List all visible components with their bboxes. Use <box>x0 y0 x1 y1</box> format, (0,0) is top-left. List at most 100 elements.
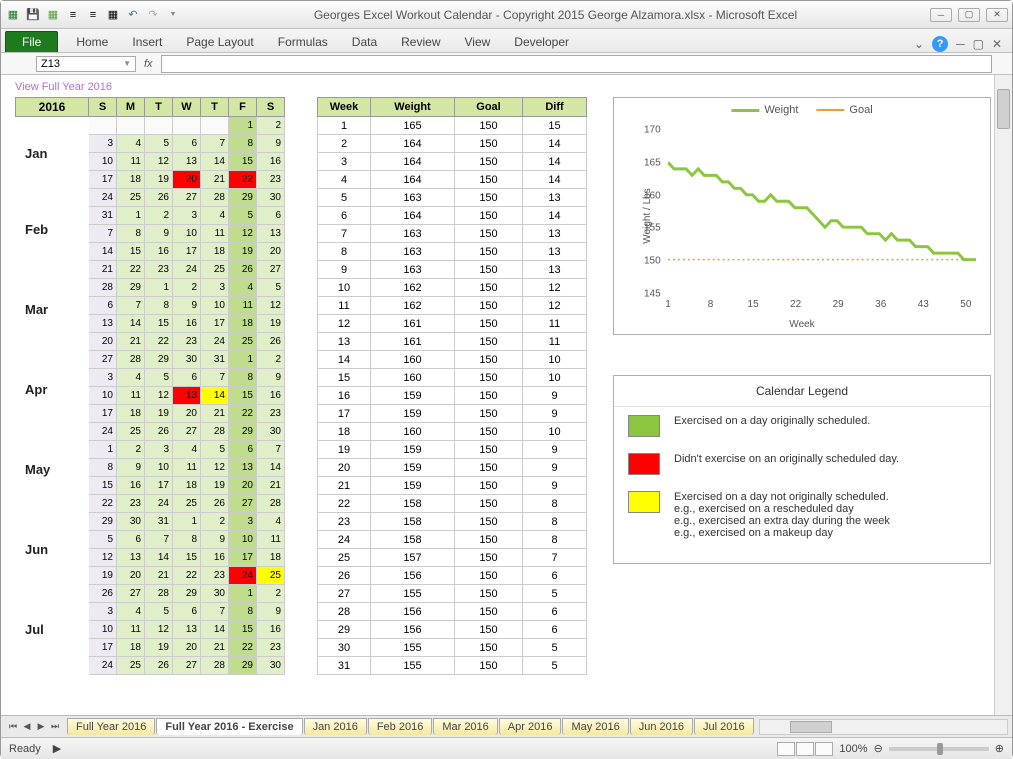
calendar-cell[interactable]: 7 <box>145 531 173 549</box>
calendar-cell[interactable]: 31 <box>89 207 117 225</box>
week-cell[interactable]: 12 <box>523 297 587 315</box>
week-cell[interactable]: 5 <box>523 657 587 675</box>
calendar-cell[interactable]: 19 <box>257 315 285 333</box>
calendar-cell[interactable]: 4 <box>173 441 201 459</box>
calendar-cell[interactable]: 25 <box>117 189 145 207</box>
calendar-cell[interactable]: 14 <box>145 549 173 567</box>
calendar-cell[interactable]: 6 <box>117 531 145 549</box>
week-cell[interactable]: 156 <box>371 621 455 639</box>
calendar-cell[interactable]: 19 <box>201 477 229 495</box>
calendar-cell[interactable]: 8 <box>117 225 145 243</box>
calendar-cell[interactable]: 12 <box>145 153 173 171</box>
week-cell[interactable]: 150 <box>455 549 523 567</box>
calendar-cell[interactable]: 22 <box>145 333 173 351</box>
week-cell[interactable]: 155 <box>371 585 455 603</box>
week-cell[interactable]: 150 <box>455 351 523 369</box>
calendar-cell[interactable]: 17 <box>145 477 173 495</box>
qat-dropdown-icon[interactable]: ▼ <box>165 7 181 23</box>
calendar-cell[interactable]: 2 <box>201 513 229 531</box>
day-head[interactable]: S <box>89 97 117 117</box>
week-cell[interactable]: 164 <box>371 207 455 225</box>
calendar-cell[interactable]: 20 <box>229 477 257 495</box>
week-cell[interactable]: 162 <box>371 279 455 297</box>
calendar-cell[interactable]: 5 <box>201 441 229 459</box>
month-label[interactable]: Apr <box>15 349 89 429</box>
week-cell[interactable]: 150 <box>455 243 523 261</box>
calendar-cell[interactable]: 20 <box>173 639 201 657</box>
calendar-cell[interactable]: 19 <box>145 171 173 189</box>
name-box[interactable]: Z13 ▼ <box>36 56 136 72</box>
calendar-cell[interactable]: 8 <box>173 531 201 549</box>
calendar-cell[interactable]: 20 <box>117 567 145 585</box>
calendar-cell[interactable]: 5 <box>145 369 173 387</box>
week-cell[interactable]: 23 <box>317 513 371 531</box>
zoom-out-button[interactable]: ⊖ <box>874 742 883 755</box>
week-cell[interactable]: 22 <box>317 495 371 513</box>
calendar-cell[interactable]: 27 <box>173 423 201 441</box>
week-cell[interactable]: 156 <box>371 603 455 621</box>
week-cell[interactable]: 160 <box>371 423 455 441</box>
week-cell[interactable]: 11 <box>523 333 587 351</box>
week-cell[interactable]: 9 <box>317 261 371 279</box>
week-cell[interactable]: 150 <box>455 135 523 153</box>
week-cell[interactable]: 8 <box>317 243 371 261</box>
week-cell[interactable]: 150 <box>455 153 523 171</box>
week-cell[interactable]: 150 <box>455 603 523 621</box>
week-cell[interactable]: 21 <box>317 477 371 495</box>
sheet-tab[interactable]: Full Year 2016 - Exercise <box>156 718 302 735</box>
calendar-cell[interactable]: 19 <box>229 243 257 261</box>
calendar-cell[interactable]: 28 <box>201 657 229 675</box>
calendar-cell[interactable]: 29 <box>229 657 257 675</box>
week-cell[interactable]: 13 <box>523 261 587 279</box>
week-cell[interactable]: 163 <box>371 189 455 207</box>
calendar-cell[interactable]: 8 <box>145 297 173 315</box>
grid-icon[interactable]: ▦ <box>45 7 61 23</box>
calendar-cell[interactable]: 10 <box>89 621 117 639</box>
calendar-cell[interactable]: 17 <box>173 243 201 261</box>
sheet-tab[interactable]: May 2016 <box>562 718 628 735</box>
calendar-cell[interactable]: 31 <box>145 513 173 531</box>
calendar-cell[interactable]: 19 <box>145 639 173 657</box>
week-cell[interactable]: 7 <box>317 225 371 243</box>
calendar-cell[interactable]: 5 <box>89 531 117 549</box>
calendar-cell[interactable]: 7 <box>201 603 229 621</box>
calendar-cell[interactable]: 21 <box>201 639 229 657</box>
calendar-cell[interactable]: 23 <box>173 333 201 351</box>
calendar-cell[interactable]: 9 <box>117 459 145 477</box>
calendar-cell[interactable]: 13 <box>173 387 201 405</box>
calendar-cell[interactable]: 22 <box>173 567 201 585</box>
calendar-cell[interactable]: 2 <box>257 585 285 603</box>
day-head[interactable]: T <box>201 97 229 117</box>
calendar-cell[interactable]: 3 <box>89 369 117 387</box>
week-cell[interactable]: 10 <box>523 351 587 369</box>
week-cell[interactable]: 6 <box>523 621 587 639</box>
week-cell[interactable]: 159 <box>371 387 455 405</box>
calendar-cell[interactable]: 24 <box>89 189 117 207</box>
calendar-cell[interactable]: 12 <box>229 225 257 243</box>
calendar-cell[interactable]: 24 <box>229 567 257 585</box>
week-cell[interactable]: 150 <box>455 207 523 225</box>
week-cell[interactable]: 158 <box>371 531 455 549</box>
calendar-cell[interactable]: 3 <box>173 207 201 225</box>
week-cell[interactable]: 160 <box>371 369 455 387</box>
calendar-cell[interactable]: 12 <box>201 459 229 477</box>
calendar-cell[interactable]: 27 <box>117 585 145 603</box>
week-cell[interactable]: 15 <box>523 117 587 135</box>
calendar-cell[interactable]: 28 <box>201 423 229 441</box>
calendar-cell[interactable]: 16 <box>145 243 173 261</box>
week-cell[interactable]: 159 <box>371 405 455 423</box>
week-cell[interactable]: 26 <box>317 567 371 585</box>
week-cell[interactable]: 160 <box>371 351 455 369</box>
calendar-cell[interactable]: 17 <box>89 639 117 657</box>
calendar-cell[interactable]: 19 <box>89 567 117 585</box>
week-cell[interactable]: 6 <box>317 207 371 225</box>
week-cell[interactable]: 7 <box>523 549 587 567</box>
week-cell[interactable]: 150 <box>455 387 523 405</box>
week-cell[interactable]: 9 <box>523 441 587 459</box>
calendar-cell[interactable]: 6 <box>89 297 117 315</box>
doc-close-icon[interactable]: ✕ <box>992 37 1002 51</box>
week-header-cell[interactable]: Goal <box>455 97 523 117</box>
calendar-cell[interactable]: 6 <box>173 135 201 153</box>
calendar-cell[interactable]: 26 <box>89 585 117 603</box>
calendar-cell[interactable]: 20 <box>173 171 201 189</box>
